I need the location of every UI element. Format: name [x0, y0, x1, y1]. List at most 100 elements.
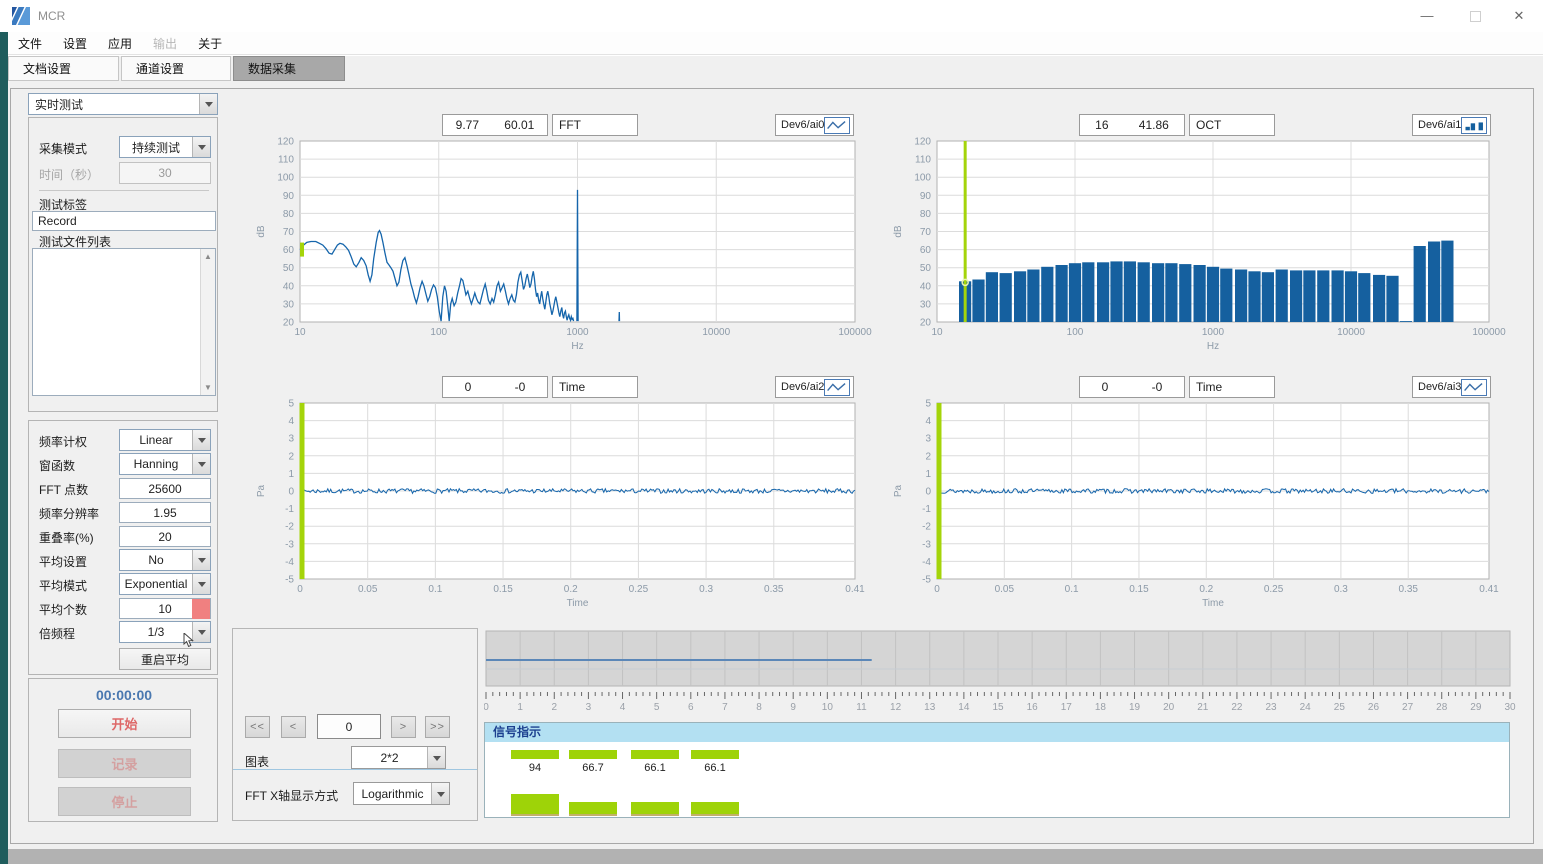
nav-first-button[interactable]: << — [245, 716, 270, 738]
svg-text:50: 50 — [283, 263, 295, 274]
svg-text:9: 9 — [790, 702, 796, 713]
svg-text:90: 90 — [920, 191, 932, 202]
minimize-button[interactable]: — — [1411, 4, 1443, 28]
svg-text:40: 40 — [920, 281, 932, 292]
svg-text:70: 70 — [920, 227, 932, 238]
menu-apply[interactable]: 应用 — [108, 35, 132, 52]
setting-row: 窗函数Hanning — [29, 453, 219, 475]
svg-text:0: 0 — [925, 487, 931, 498]
signal-meter-bar — [631, 802, 679, 816]
menu-bar: 文件 设置 应用 输出 关于 — [0, 32, 1543, 55]
cursor-x-value: 16 — [1095, 118, 1108, 132]
oct-cursor-readout: 16 41.86 — [1079, 114, 1185, 136]
svg-text:Hz: Hz — [571, 341, 583, 352]
svg-text:90: 90 — [283, 191, 295, 202]
test-file-list[interactable]: ▲ ▼ — [32, 248, 216, 396]
menu-file[interactable]: 文件 — [18, 35, 42, 52]
scrollbar[interactable]: ▲ ▼ — [200, 249, 215, 395]
start-button[interactable]: 开始 — [58, 709, 191, 738]
tab-data-acquisition[interactable]: 数据采集 — [233, 56, 345, 81]
setting-label: 倍频程 — [39, 625, 75, 642]
app-title: MCR — [38, 9, 65, 23]
time1-channel-box[interactable]: Dev6/ai2 — [775, 376, 854, 398]
oct-channel-box[interactable]: Dev6/ai1 — [1412, 114, 1491, 136]
svg-text:4: 4 — [620, 702, 626, 713]
svg-text:3: 3 — [925, 434, 931, 445]
svg-text:Hz: Hz — [1207, 341, 1219, 352]
time-chart-cell-1: 0 -0 Time Dev6/ai2 -5-4-3-2-101234500.05… — [232, 352, 872, 612]
setting-row: 平均个数10 — [29, 597, 219, 619]
svg-text:1000: 1000 — [566, 327, 589, 338]
close-button[interactable]: ✕ — [1503, 4, 1535, 28]
signal-level-bar — [569, 750, 617, 759]
svg-text:15: 15 — [992, 702, 1004, 713]
setting-select[interactable]: Hanning — [119, 453, 211, 475]
svg-text:10000: 10000 — [702, 327, 730, 338]
svg-text:120: 120 — [914, 137, 931, 148]
scroll-up-icon[interactable]: ▲ — [201, 249, 215, 264]
fft-title-box: FFT — [552, 114, 638, 136]
setting-input[interactable]: 20 — [119, 526, 211, 547]
svg-text:21: 21 — [1197, 702, 1209, 713]
menu-about[interactable]: 关于 — [198, 35, 222, 52]
chevron-down-icon — [199, 94, 217, 114]
chevron-down-icon — [431, 783, 449, 804]
menu-output: 输出 — [153, 35, 177, 52]
svg-text:10: 10 — [931, 327, 943, 338]
signal-level-value: 66.7 — [569, 762, 617, 774]
svg-text:100: 100 — [914, 173, 931, 184]
menu-settings[interactable]: 设置 — [63, 35, 87, 52]
chevron-down-icon — [192, 137, 210, 157]
tab-channel-settings[interactable]: 通道设置 — [121, 56, 231, 81]
maximize-button[interactable] — [1459, 4, 1491, 28]
setting-label: 重叠率(%) — [39, 529, 94, 546]
svg-text:0.15: 0.15 — [1129, 584, 1149, 595]
scroll-down-icon[interactable]: ▼ — [201, 380, 215, 395]
test-label-input[interactable]: Record — [32, 211, 216, 231]
svg-text:-5: -5 — [922, 575, 931, 586]
signal-meter-bar — [569, 802, 617, 816]
svg-text:60: 60 — [283, 245, 295, 256]
divider — [39, 190, 209, 191]
setting-select[interactable]: No — [119, 549, 211, 571]
tab-bar: 文档设置 通道设置 数据采集 — [0, 56, 1543, 82]
setting-label: 平均设置 — [39, 553, 87, 570]
svg-text:110: 110 — [915, 155, 931, 166]
acq-mode-select[interactable]: 持续测试 — [119, 136, 211, 158]
setting-select[interactable]: Linear — [119, 429, 211, 451]
nav-last-button[interactable]: >> — [425, 716, 450, 738]
fft-axis-mode-value: Logarithmic — [354, 787, 431, 801]
setting-input[interactable]: 25600 — [119, 478, 211, 499]
setting-select[interactable]: 1/3 — [119, 621, 211, 643]
svg-text:16: 16 — [1027, 702, 1039, 713]
svg-text:1: 1 — [517, 702, 523, 713]
svg-text:60: 60 — [920, 245, 932, 256]
svg-text:110: 110 — [278, 155, 294, 166]
chart-layout-select[interactable]: 2*2 — [351, 746, 446, 769]
svg-text:10000: 10000 — [1337, 327, 1365, 338]
channel-name: Dev6/ai1 — [1418, 119, 1461, 131]
fft-channel-box[interactable]: Dev6/ai0 — [775, 114, 854, 136]
fft-axis-mode-select[interactable]: Logarithmic — [353, 782, 450, 805]
setting-input[interactable]: 10 — [119, 598, 211, 619]
setting-input[interactable]: 1.95 — [119, 502, 211, 523]
acquisition-groupbox: 采集模式 持续测试 时间（秒） 30 测试标签 Record 测试文件列表 ▲ … — [28, 117, 218, 412]
svg-text:-4: -4 — [922, 557, 931, 568]
setting-select[interactable]: Exponential — [119, 573, 211, 595]
app-logo-icon — [12, 7, 30, 25]
signal-level-bar — [691, 750, 739, 759]
time2-channel-box[interactable]: Dev6/ai3 — [1412, 376, 1491, 398]
nav-prev-button[interactable]: < — [281, 716, 306, 738]
nav-next-button[interactable]: > — [391, 716, 416, 738]
nav-index-input[interactable]: 0 — [317, 714, 381, 739]
test-mode-select[interactable]: 实时测试 — [28, 93, 218, 115]
setting-value: Linear — [120, 433, 192, 447]
svg-text:24: 24 — [1300, 702, 1312, 713]
signal-level-bar — [511, 750, 559, 759]
tab-document-settings[interactable]: 文档设置 — [8, 56, 119, 81]
channel-name: Dev6/ai0 — [781, 119, 824, 131]
restart-average-button[interactable]: 重启平均 — [119, 648, 211, 670]
svg-text:-2: -2 — [922, 522, 931, 533]
svg-text:0: 0 — [934, 584, 940, 595]
chevron-down-icon — [192, 454, 210, 474]
